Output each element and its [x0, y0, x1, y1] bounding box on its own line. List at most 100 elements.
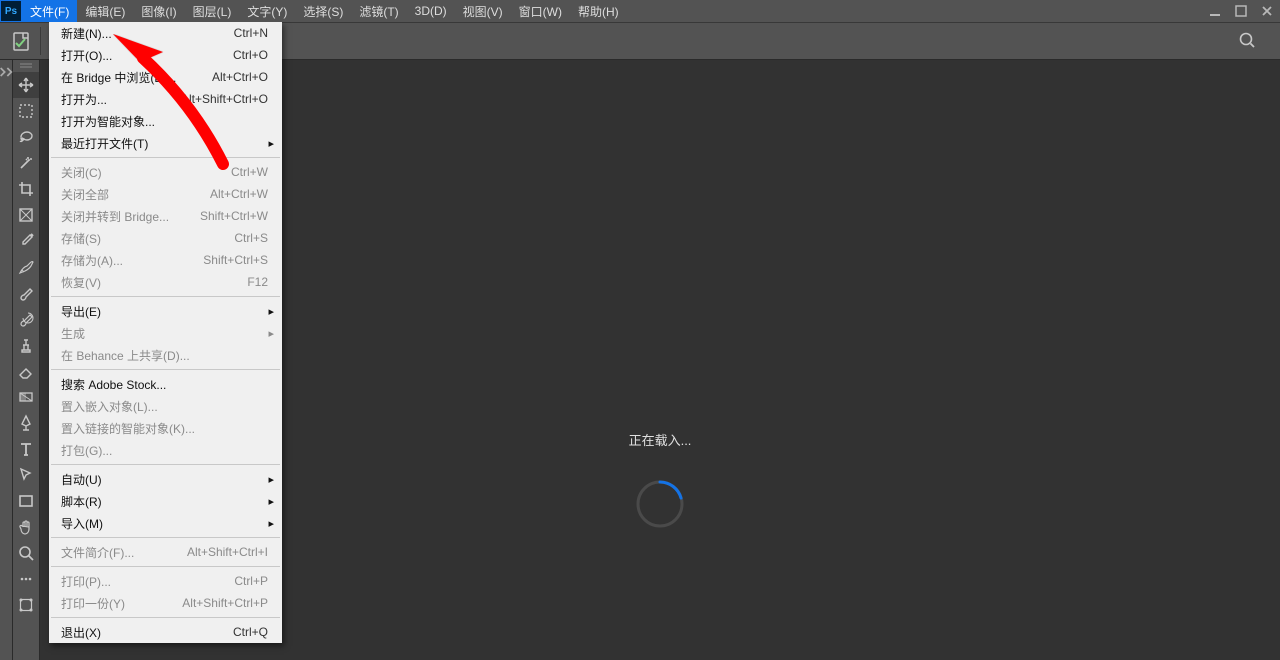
menu-item[interactable]: 最近打开文件(T) [49, 132, 282, 154]
menu-item: 存储为(A)... Shift+Ctrl+S [49, 249, 282, 271]
gradient-tool[interactable] [13, 384, 39, 410]
toolbox-grip[interactable] [13, 60, 39, 72]
menu-item: 打印一份(Y)Alt+Shift+Ctrl+P [49, 592, 282, 614]
eyedropper-tool[interactable] [13, 228, 39, 254]
menu-item: 打印(P)...Ctrl+P [49, 570, 282, 592]
eraser-tool[interactable] [13, 358, 39, 384]
menu-item-label: 在 Behance 上共享(D)... [61, 347, 190, 364]
menu-separator [51, 296, 280, 297]
close-button[interactable] [1254, 0, 1280, 22]
menu-滤镜[interactable]: 滤镜(T) [351, 0, 406, 22]
menu-item-label: 生成 [61, 325, 85, 342]
clone-stamp-tool[interactable] [13, 332, 39, 358]
expand-panels-icon[interactable] [0, 64, 14, 80]
toolbox [13, 60, 40, 660]
menu-item-label: 置入嵌入对象(L)... [61, 398, 158, 415]
menu-item-label: 打开为... [61, 91, 107, 108]
menu-文件[interactable]: 文件(F) [22, 0, 77, 22]
menu-item: 文件简介(F)... Alt+Shift+Ctrl+I [49, 541, 282, 563]
home-icon[interactable] [6, 26, 36, 56]
rectangle-shape-tool[interactable] [13, 488, 39, 514]
move-tool[interactable] [13, 72, 39, 98]
menu-item-shortcut: Alt+Shift+Ctrl+O [181, 92, 268, 106]
menu-item-label: 搜索 Adobe Stock... [61, 376, 166, 393]
menu-item: 存储(S) Ctrl+S [49, 227, 282, 249]
3d-tool[interactable] [13, 592, 39, 618]
menu-item-shortcut: Alt+Shift+Ctrl+I [187, 545, 268, 559]
menu-item: 在 Behance 上共享(D)... [49, 344, 282, 366]
menu-item[interactable]: 打开为... Alt+Shift+Ctrl+O [49, 88, 282, 110]
titlebar: Ps 文件(F)编辑(E)图像(I)图层(L)文字(Y)选择(S)滤镜(T)3D… [0, 0, 1280, 22]
menu-item-shortcut: Ctrl+N [234, 26, 268, 40]
menu-选择[interactable]: 选择(S) [295, 0, 351, 22]
hand-tool[interactable] [13, 514, 39, 540]
menu-item-label: 新建(N)... [61, 25, 112, 42]
spot-healing-tool[interactable] [13, 254, 39, 280]
search-icon[interactable] [1238, 31, 1256, 52]
menu-3d[interactable]: 3D(D) [407, 0, 455, 22]
menu-item-shortcut: Ctrl+O [233, 48, 268, 62]
menu-item-shortcut: Shift+Ctrl+W [200, 209, 268, 223]
type-tool[interactable] [13, 436, 39, 462]
menu-item: 打包(G)... [49, 439, 282, 461]
menu-item-label: 恢复(V) [61, 274, 101, 291]
menu-item-shortcut: Alt+Ctrl+W [210, 187, 268, 201]
frame-tool[interactable] [13, 202, 39, 228]
panel-gutter [0, 60, 13, 660]
menu-item: 置入嵌入对象(L)... [49, 395, 282, 417]
menu-item-shortcut: Alt+Ctrl+O [212, 70, 268, 84]
minimize-button[interactable] [1202, 0, 1228, 22]
menu-item[interactable]: 导出(E) [49, 300, 282, 322]
separator [40, 27, 41, 55]
menu-item: 关闭并转到 Bridge...Shift+Ctrl+W [49, 205, 282, 227]
menu-item-shortcut: Alt+Shift+Ctrl+P [182, 596, 268, 610]
menu-文字[interactable]: 文字(Y) [239, 0, 295, 22]
menu-item-label: 文件简介(F)... [61, 544, 134, 561]
lasso-tool[interactable] [13, 124, 39, 150]
maximize-button[interactable] [1228, 0, 1254, 22]
menu-item-shortcut: Ctrl+Q [233, 625, 268, 639]
menu-item-shortcut: Ctrl+S [234, 231, 268, 245]
menu-帮助[interactable]: 帮助(H) [570, 0, 627, 22]
edit-toolbar[interactable] [13, 566, 39, 592]
path-selection-tool[interactable] [13, 462, 39, 488]
menu-item-label: 打包(G)... [61, 442, 112, 459]
menu-separator [51, 617, 280, 618]
brush-tool[interactable] [13, 280, 39, 306]
menu-item-label: 存储(S) [61, 230, 101, 247]
menu-item-shortcut: Ctrl+W [231, 165, 268, 179]
menu-窗口[interactable]: 窗口(W) [511, 0, 570, 22]
menu-item-shortcut: F12 [247, 275, 268, 289]
menu-item[interactable]: 自动(U) [49, 468, 282, 490]
menu-separator [51, 566, 280, 567]
menu-item[interactable]: 导入(M) [49, 512, 282, 534]
menu-item[interactable]: 打开为智能对象... [49, 110, 282, 132]
menu-item[interactable]: 退出(X)Ctrl+Q [49, 621, 282, 643]
menu-item[interactable]: 在 Bridge 中浏览(B)...Alt+Ctrl+O [49, 66, 282, 88]
menu-图像[interactable]: 图像(I) [133, 0, 184, 22]
menu-item: 关闭全部Alt+Ctrl+W [49, 183, 282, 205]
menu-item-label: 存储为(A)... [61, 252, 123, 269]
menu-separator [51, 537, 280, 538]
menu-item: 置入链接的智能对象(K)... [49, 417, 282, 439]
history-brush-tool[interactable] [13, 306, 39, 332]
menu-编辑[interactable]: 编辑(E) [77, 0, 133, 22]
rectangular-marquee-tool[interactable] [13, 98, 39, 124]
file-menu-dropdown: 新建(N)... Ctrl+N 打开(O)...Ctrl+O在 Bridge 中浏览… [49, 22, 282, 643]
menu-item[interactable]: 脚本(R) [49, 490, 282, 512]
menu-item-label: 最近打开文件(T) [61, 135, 148, 152]
menu-item[interactable]: 搜索 Adobe Stock... [49, 373, 282, 395]
window-controls [1202, 0, 1280, 22]
menu-视图[interactable]: 视图(V) [455, 0, 511, 22]
magic-wand-tool[interactable] [13, 150, 39, 176]
menu-item[interactable]: 打开(O)...Ctrl+O [49, 44, 282, 66]
pen-tool[interactable] [13, 410, 39, 436]
menu-图层[interactable]: 图层(L) [185, 0, 240, 22]
crop-tool[interactable] [13, 176, 39, 202]
zoom-tool[interactable] [13, 540, 39, 566]
menu-item[interactable]: 新建(N)... Ctrl+N [49, 22, 282, 44]
menu-item-shortcut: Shift+Ctrl+S [203, 253, 268, 267]
menu-item-shortcut: Ctrl+P [234, 574, 268, 588]
menu-item-label: 置入链接的智能对象(K)... [61, 420, 195, 437]
menu-item-label: 脚本(R) [61, 493, 102, 510]
